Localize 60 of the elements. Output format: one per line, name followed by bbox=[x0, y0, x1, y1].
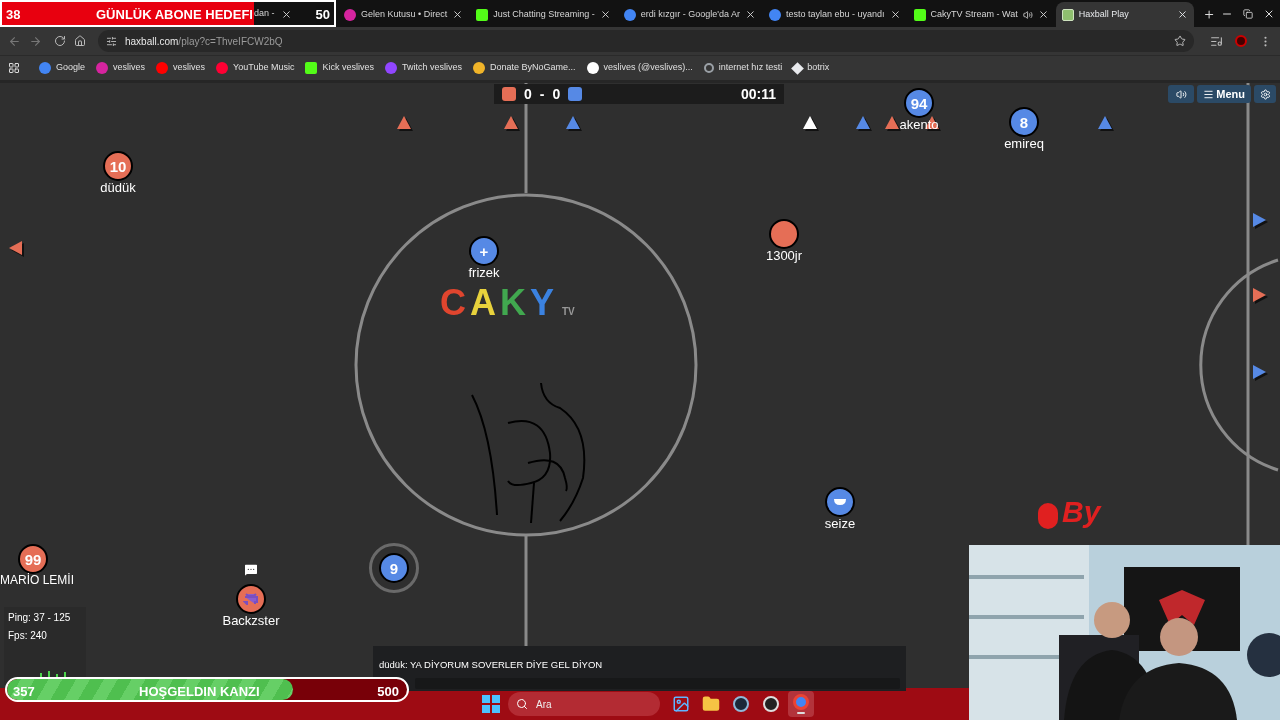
tab-title: CakyTV Stream - Wat bbox=[930, 7, 1018, 21]
browser-tab[interactable]: erdi kızgır - Google'da Ar bbox=[617, 2, 762, 27]
tab-title: Haxball Play bbox=[1078, 7, 1130, 21]
player-name: seize bbox=[824, 515, 856, 533]
chat-message: düdük: YA DİYORUM SOVERLER DİYE GEL DİYON bbox=[379, 658, 604, 672]
browser-tab[interactable]: Just Chatting Streaming - bbox=[470, 2, 617, 27]
tab-title: testo taylan ebu - uyandı bbox=[786, 7, 885, 21]
player-number: 8 bbox=[1019, 114, 1029, 130]
player-name: 1300jr bbox=[765, 247, 803, 265]
player-number: + bbox=[479, 243, 489, 259]
address-bar[interactable]: haxball.com/play?c=ThveIFCW2bQ bbox=[98, 30, 1194, 52]
browser-tab[interactable]: Gelen Kutusu • Direct bbox=[338, 2, 470, 27]
player-number: 9 bbox=[389, 560, 399, 576]
score-separator: - bbox=[539, 84, 545, 104]
bookmark-item[interactable]: Twitch veslives bbox=[384, 61, 462, 75]
logo-letter: C bbox=[440, 285, 466, 321]
tab-title: Gelen Kutusu • Direct bbox=[361, 7, 448, 21]
goal-title: GÜNLÜK ABONE HEDEFI bbox=[96, 6, 253, 24]
welcome-target: 500 bbox=[377, 683, 399, 700]
match-timer: 00:11 bbox=[740, 84, 776, 104]
fps-text: Fps: 240 bbox=[8, 629, 48, 643]
tab-title: erdi kızgır - Google'da Ar bbox=[640, 7, 740, 21]
player-name: düdük bbox=[100, 179, 136, 197]
bookmark-item[interactable]: Kick veslives bbox=[305, 61, 374, 75]
away-score: 0 bbox=[552, 84, 561, 104]
logo-suffix: TV bbox=[562, 305, 575, 319]
browser-tab[interactable]: Haxball Play bbox=[1055, 2, 1194, 27]
bookmark-item[interactable]: internet hız testi bbox=[703, 61, 783, 75]
home-score: 0 bbox=[524, 84, 532, 104]
tab-title: Just Chatting Streaming - bbox=[493, 7, 595, 21]
bookmark-item[interactable]: veslives bbox=[96, 61, 146, 75]
search-placeholder: Ara bbox=[536, 697, 552, 712]
logo-letter: K bbox=[500, 285, 526, 321]
bookmark-item[interactable]: botrix bbox=[793, 61, 830, 75]
player-number: 94 bbox=[910, 95, 928, 111]
goal-current: 38 bbox=[6, 6, 21, 24]
tab-title: dan - bbox=[254, 7, 275, 21]
logo-letter: Y bbox=[530, 285, 554, 321]
search-field[interactable]: Ara bbox=[508, 692, 660, 716]
player-number: 99 bbox=[24, 551, 42, 567]
menu-button[interactable]: Menu bbox=[1197, 85, 1251, 103]
player-name: Backzster bbox=[222, 612, 280, 630]
brand-mark: By bbox=[1062, 497, 1101, 527]
browser-tab[interactable]: dan - bbox=[254, 4, 292, 24]
bookmark-item[interactable]: veslives bbox=[156, 61, 206, 75]
ping-text: Ping: 37 - 125 bbox=[8, 611, 72, 625]
bookmark-item[interactable]: Google bbox=[39, 61, 86, 75]
bookmark-item[interactable]: Donate ByNoGame... bbox=[473, 61, 576, 75]
bookmark-item[interactable]: veslives (@veslives)... bbox=[586, 61, 693, 75]
player-name: frizek bbox=[468, 264, 500, 282]
welcome-title: HOŞGELDIN KANZI bbox=[139, 683, 260, 700]
player-name: MARİO LEMİI bbox=[0, 572, 74, 589]
logo-letter: A bbox=[470, 285, 496, 321]
welcome-current: 357 bbox=[13, 683, 35, 700]
bookmark-item[interactable]: YouTube Music bbox=[216, 61, 295, 75]
player-name: emireq bbox=[1004, 135, 1044, 153]
browser-tab[interactable]: CakyTV Stream - Wat bbox=[907, 2, 1055, 27]
url-host: haxball.com/play?c=ThveIFCW2bQ bbox=[125, 34, 283, 49]
browser-tab[interactable]: testo taylan ebu - uyandı bbox=[763, 2, 907, 27]
player-number: 10 bbox=[109, 158, 127, 174]
